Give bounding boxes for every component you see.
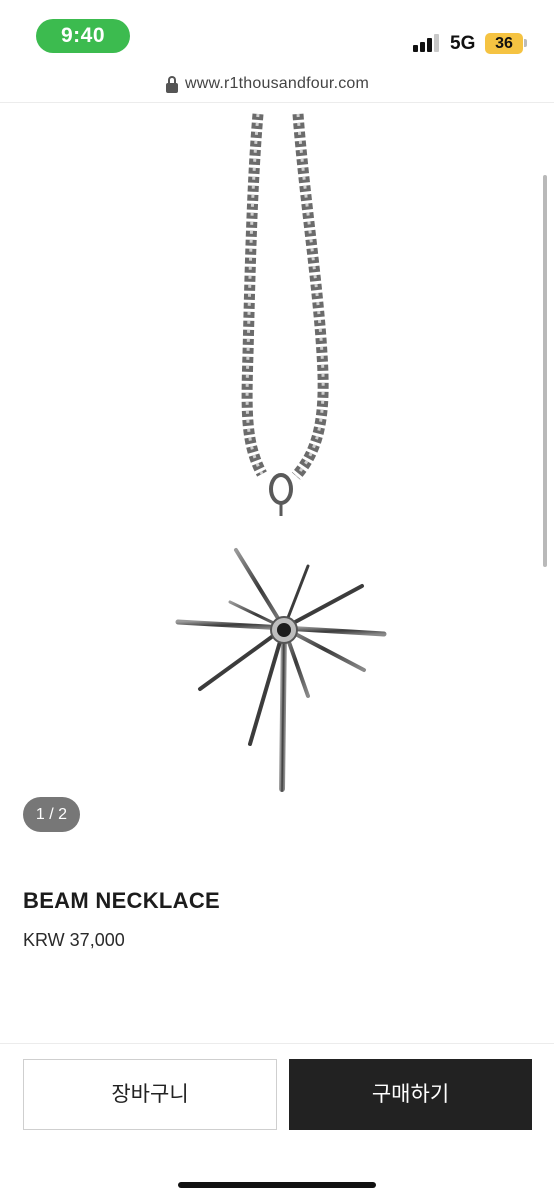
status-bar: 9:40 5G 36 (0, 0, 554, 66)
star-pendant-necklace-image (175, 113, 387, 792)
product-price: KRW 37,000 (23, 930, 125, 950)
product-name: BEAM NECKLACE (23, 888, 221, 913)
battery-icon: 36 (485, 33, 523, 54)
product-image[interactable] (0, 104, 554, 864)
cellular-signal-icon (413, 34, 441, 52)
network-type: 5G (450, 33, 476, 54)
address-bar[interactable]: www.r1thousandfour.com (0, 66, 554, 103)
scrollbar[interactable] (543, 175, 547, 567)
url-text[interactable]: www.r1thousandfour.com (185, 75, 369, 93)
time-pill[interactable]: 9:40 (36, 19, 130, 53)
home-indicator[interactable] (178, 1182, 376, 1188)
buy-now-button[interactable]: 구매하기 (289, 1059, 532, 1130)
lock-icon (166, 76, 178, 93)
image-page-indicator: 1 / 2 (23, 797, 80, 832)
bottom-action-bar: 장바구니 구매하기 (0, 1043, 554, 1200)
add-to-cart-button[interactable]: 장바구니 (23, 1059, 277, 1130)
battery-cap (524, 39, 527, 47)
